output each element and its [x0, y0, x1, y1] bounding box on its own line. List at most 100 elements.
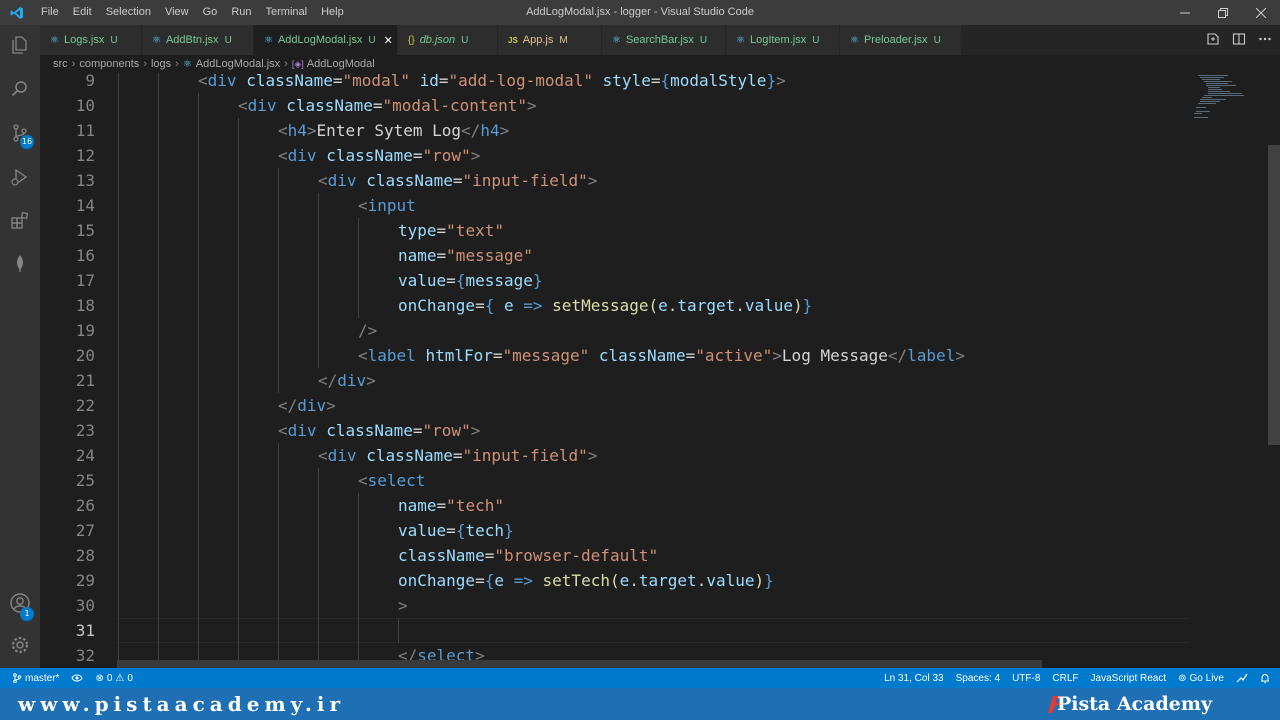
minimap[interactable] — [1190, 73, 1268, 668]
sync-icon[interactable] — [65, 673, 89, 683]
line-number: 18 — [75, 296, 95, 315]
code-line[interactable]: 17 value={message} — [40, 268, 1190, 293]
breadcrumb: src › components › logs › ⚛ AddLogModal.… — [40, 55, 1280, 73]
breadcrumb-item[interactable]: AddLogModal.jsx — [196, 58, 280, 70]
breadcrumb-item[interactable]: AddLogModal — [307, 58, 375, 70]
menu-view[interactable]: View — [158, 0, 196, 25]
code-line[interactable]: 23 <div className="row"> — [40, 418, 1190, 443]
cursor-position[interactable]: Ln 31, Col 33 — [878, 673, 950, 684]
breadcrumb-item[interactable]: components — [79, 58, 139, 70]
code-token: < — [318, 446, 328, 465]
code-line[interactable]: 24 <div className="input-field"> — [40, 443, 1190, 468]
code-line[interactable]: 21 </div> — [40, 368, 1190, 393]
code-token: < — [278, 146, 288, 165]
explorer-icon[interactable] — [0, 25, 40, 65]
code-line[interactable]: 22 </div> — [40, 393, 1190, 418]
breadcrumb-item[interactable]: logs — [151, 58, 171, 70]
search-icon[interactable] — [0, 69, 40, 109]
code-token: "modal-content" — [382, 96, 528, 115]
code-line[interactable]: 20 <label htmlFor="message" className="ac… — [40, 343, 1190, 368]
horizontal-scrollbar[interactable] — [117, 660, 1042, 668]
indentation[interactable]: Spaces: 4 — [950, 673, 1006, 684]
breadcrumb-item[interactable]: src — [53, 58, 68, 70]
code-token: = — [436, 246, 447, 265]
tab-logitem[interactable]: ⚛ LogItem.jsx U — [726, 25, 840, 55]
tab-addlogmodal[interactable]: ⚛ AddLogModal.jsx U ✕ — [254, 25, 398, 55]
code-token: onChange — [398, 296, 476, 315]
code-token: className — [398, 546, 485, 565]
code-line[interactable]: 14 <input — [40, 193, 1190, 218]
tab-label: App.js — [522, 34, 554, 46]
settings-gear-icon[interactable] — [0, 625, 40, 665]
broadcast-icon: ⊚ — [1178, 672, 1187, 684]
restore-icon[interactable] — [1204, 0, 1242, 25]
code-token: "input-field" — [462, 446, 588, 465]
code-token: = — [412, 146, 423, 165]
extensions-icon[interactable] — [0, 201, 40, 241]
problems-indicator[interactable]: ⊗ 0 ⚠ 0 — [89, 673, 138, 684]
line-code: </div> — [318, 368, 376, 393]
code-line[interactable]: 27 value={tech} — [40, 518, 1190, 543]
code-token: < — [198, 73, 208, 90]
code-token: ( — [609, 571, 620, 590]
tab-logs[interactable]: ⚛ Logs.jsx U — [40, 25, 142, 55]
code-line[interactable]: 10 <div className="modal-content"> — [40, 93, 1190, 118]
tab-dbjson[interactable]: {} db.json U — [398, 25, 498, 55]
code-line[interactable]: 30 > — [40, 593, 1190, 618]
mongodb-leaf-icon[interactable] — [0, 243, 40, 283]
tab-addbtn[interactable]: ⚛ AddBtn.jsx U — [142, 25, 254, 55]
code-line[interactable]: 16 name="message" — [40, 243, 1190, 268]
menu-edit[interactable]: Edit — [66, 0, 99, 25]
vertical-scrollbar-thumb[interactable] — [1268, 145, 1280, 445]
code-line[interactable]: 25 <select — [40, 468, 1190, 493]
menu-terminal[interactable]: Terminal — [259, 0, 315, 25]
live-share-icon[interactable] — [1230, 673, 1254, 683]
menu-go[interactable]: Go — [196, 0, 225, 25]
split-editor-icon[interactable] — [1232, 31, 1246, 50]
minimize-icon[interactable] — [1166, 0, 1204, 25]
menu-help[interactable]: Help — [314, 0, 351, 25]
menu-file[interactable]: File — [34, 0, 66, 25]
encoding[interactable]: UTF-8 — [1006, 673, 1046, 684]
more-actions-icon[interactable] — [1258, 31, 1272, 50]
run-debug-icon[interactable] — [0, 157, 40, 197]
code-token: "input-field" — [462, 171, 588, 190]
open-changes-icon[interactable] — [1206, 31, 1220, 50]
code-line[interactable]: 26 name="tech" — [40, 493, 1190, 518]
code-line[interactable]: 29 onChange={e => setTech(e.target.value)… — [40, 568, 1190, 593]
source-control-icon[interactable]: 16 — [0, 113, 40, 153]
code-token: => — [513, 571, 533, 590]
code-token: Enter Sytem Log — [316, 121, 462, 140]
code-token: target — [677, 296, 736, 315]
tab-searchbar[interactable]: ⚛ SearchBar.jsx U — [602, 25, 726, 55]
tab-preloader[interactable]: ⚛ Preloader.jsx U — [840, 25, 962, 55]
code-line[interactable]: 31 — [40, 618, 1190, 643]
tab-appjs[interactable]: JS App.js M — [498, 25, 602, 55]
code-line[interactable]: 11 <h4>Enter Sytem Log</h4> — [40, 118, 1190, 143]
branch-indicator[interactable]: master* — [0, 673, 65, 684]
language-mode[interactable]: JavaScript React — [1085, 673, 1173, 684]
menu-run[interactable]: Run — [224, 0, 258, 25]
code-line[interactable]: 13 <div className="input-field"> — [40, 168, 1190, 193]
code-line[interactable]: 28 className="browser-default" — [40, 543, 1190, 568]
vscode-logo-icon[interactable] — [0, 0, 34, 25]
go-live-button[interactable]: ⊚ Go Live — [1172, 673, 1230, 684]
account-icon[interactable]: 1 — [0, 583, 40, 623]
menu-selection[interactable]: Selection — [99, 0, 158, 25]
code-token: => — [523, 296, 543, 315]
code-token: } — [532, 271, 543, 290]
code-line[interactable]: 9 <div className="modal" id="add-log-moda… — [40, 73, 1190, 93]
notifications-bell-icon[interactable] — [1254, 673, 1280, 684]
close-icon[interactable] — [1242, 0, 1280, 25]
code-line[interactable]: 18 onChange={ e => setMessage(e.target.va… — [40, 293, 1190, 318]
line-number: 19 — [75, 321, 95, 340]
code-line[interactable]: 19 /> — [40, 318, 1190, 343]
code-editor[interactable]: 9 <div className="modal" id="add-log-moda… — [40, 73, 1190, 668]
code-token: div — [247, 96, 277, 115]
code-token: > — [587, 171, 598, 190]
code-line[interactable]: 15 type="text" — [40, 218, 1190, 243]
tab-close-icon[interactable]: ✕ — [384, 34, 393, 47]
end-of-line[interactable]: CRLF — [1046, 673, 1084, 684]
code-line[interactable]: 12 <div className="row"> — [40, 143, 1190, 168]
